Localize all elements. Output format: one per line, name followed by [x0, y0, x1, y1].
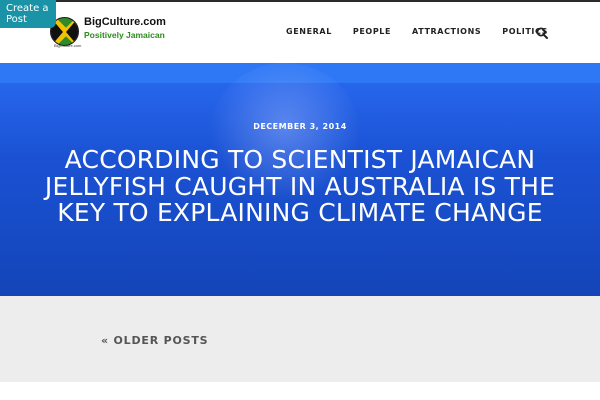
older-posts-link[interactable]: « OLDER POSTS [101, 334, 208, 347]
nav-item-attractions[interactable]: ATTRACTIONS [412, 27, 481, 36]
logo-site-name: BigCulture.com [84, 16, 166, 28]
nav-item-people[interactable]: PEOPLE [353, 27, 391, 36]
top-border-line [0, 0, 600, 2]
search-icon[interactable] [536, 27, 548, 39]
post-date: DECEMBER 3, 2014 [253, 122, 347, 131]
pagination-area: « OLDER POSTS [0, 296, 600, 382]
logo-small-text: BigCulture.com [54, 43, 82, 48]
logo-tagline: Positively Jamaican [84, 30, 165, 40]
site-logo[interactable]: BigCulture.com Positively Jamaican BigCu… [50, 15, 170, 48]
nav-item-general[interactable]: GENERAL [286, 27, 332, 36]
post-title[interactable]: ACCORDING TO SCIENTIST JAMAICAN JELLYFIS… [30, 146, 570, 227]
hero-banner: DECEMBER 3, 2014 ACCORDING TO SCIENTIST … [0, 63, 600, 296]
create-post-button[interactable]: Create a Post [0, 0, 56, 28]
main-nav: GENERAL PEOPLE ATTRACTIONS POLITICS [265, 27, 548, 36]
